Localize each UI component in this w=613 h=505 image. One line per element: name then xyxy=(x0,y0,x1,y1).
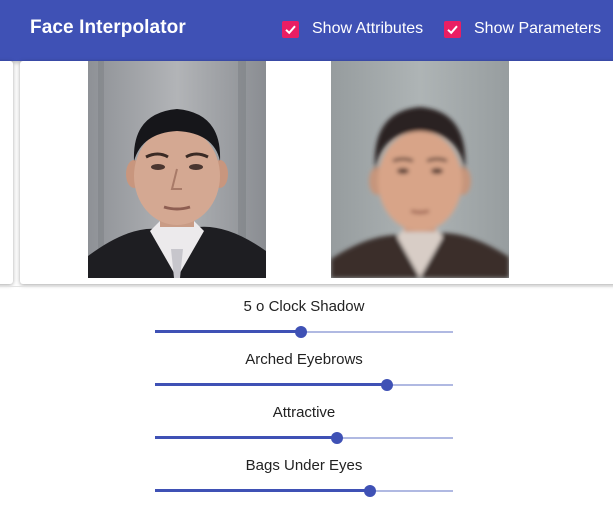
slider-fill xyxy=(155,330,302,333)
checkmark-icon xyxy=(447,25,458,34)
slider-fill xyxy=(155,489,370,492)
attribute-label: Arched Eyebrows xyxy=(245,351,363,368)
attribute-arched-eyebrows: Arched Eyebrows xyxy=(155,351,453,391)
attribute-bags-under-eyes: Bags Under Eyes xyxy=(155,457,453,497)
show-parameters-label: Show Parameters xyxy=(474,20,602,37)
show-attributes-label: Show Attributes xyxy=(312,20,424,37)
app-bar: Face Interpolator Show Attributes Show P… xyxy=(0,0,613,61)
slider-thumb[interactable] xyxy=(295,326,308,338)
previous-card[interactable] xyxy=(0,61,13,284)
checkmark-icon xyxy=(285,25,296,34)
slider-thumb[interactable] xyxy=(330,432,343,444)
slider-fill xyxy=(155,436,337,439)
slider-thumb[interactable] xyxy=(363,485,376,497)
slider-fill xyxy=(155,383,388,386)
show-attributes-toggle[interactable]: Show Attributes xyxy=(282,19,423,39)
attribute-attractive: Attractive xyxy=(155,404,453,444)
attribute-label: Attractive xyxy=(272,404,336,421)
attribute-slider[interactable] xyxy=(155,325,453,339)
attribute-slider[interactable] xyxy=(155,378,453,392)
attribute-slider[interactable] xyxy=(155,484,453,498)
attribute-label: 5 o Clock Shadow xyxy=(243,298,365,315)
divider xyxy=(0,286,613,287)
slider-thumb[interactable] xyxy=(381,379,394,391)
attribute-5-o-clock-shadow: 5 o Clock Shadow xyxy=(155,298,453,338)
app-title: Face Interpolator xyxy=(30,17,186,38)
attribute-label: Bags Under Eyes xyxy=(245,457,363,474)
show-attributes-checkbox[interactable] xyxy=(282,20,299,38)
attribute-slider[interactable] xyxy=(155,431,453,445)
show-parameters-checkbox[interactable] xyxy=(444,20,461,38)
reconstructed-face-image xyxy=(331,61,509,278)
original-face-photo xyxy=(88,61,266,278)
show-parameters-toggle[interactable]: Show Parameters xyxy=(444,19,601,39)
